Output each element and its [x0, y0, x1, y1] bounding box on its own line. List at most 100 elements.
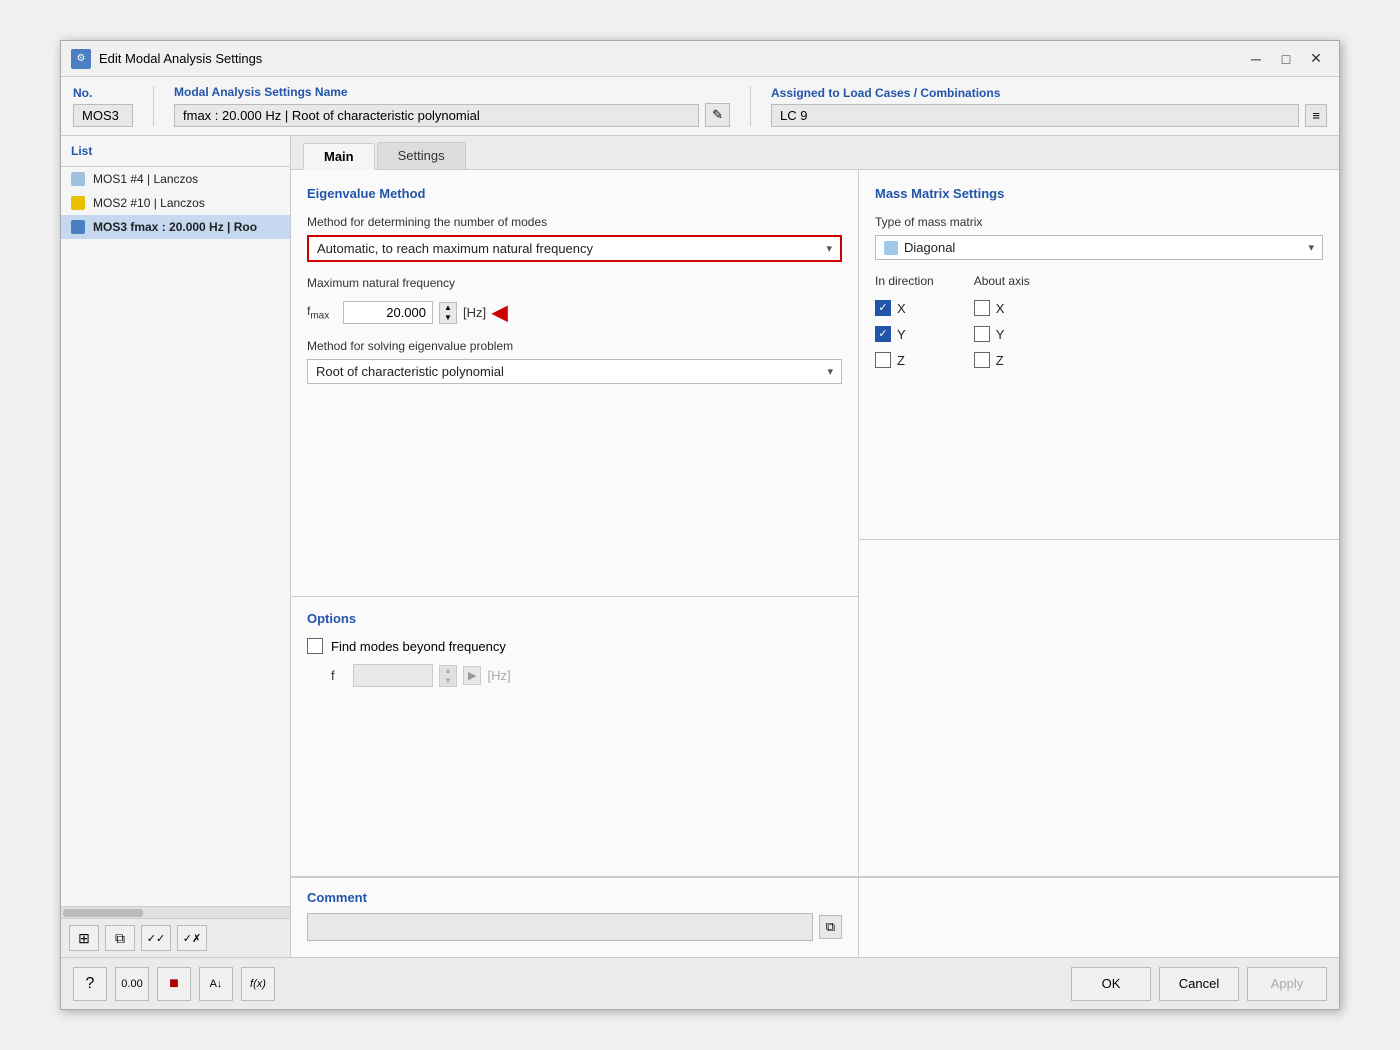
- z-axis-checkbox[interactable]: [974, 352, 990, 368]
- find-modes-checkbox[interactable]: [307, 638, 323, 654]
- y-axis-row: Y: [974, 322, 1030, 346]
- y-axis-label: Y: [996, 327, 1005, 342]
- tab-main[interactable]: Main: [303, 143, 375, 170]
- method-field-label: Method for determining the number of mod…: [307, 215, 842, 229]
- header-no-col: No. MOS3: [73, 86, 133, 127]
- f-input: [353, 664, 433, 687]
- header-name-col: Modal Analysis Settings Name fmax : 20.0…: [174, 85, 730, 127]
- comment-row: ⧉: [307, 913, 842, 941]
- about-axis-col: About axis X: [974, 274, 1030, 372]
- y-dir-checkbox[interactable]: ✓: [875, 326, 891, 342]
- sidebar-ok-button[interactable]: ✓✓: [141, 925, 171, 951]
- fmax-input[interactable]: [343, 301, 433, 324]
- solve-method-label: Method for solving eigenvalue problem: [307, 339, 842, 353]
- name-input-row: fmax : 20.000 Hz | Root of characteristi…: [174, 103, 730, 127]
- x-dir-checkbox[interactable]: ✓: [875, 300, 891, 316]
- axis-label: About axis: [974, 274, 1030, 288]
- scrollbar-thumb: [63, 909, 143, 917]
- mos2-dot: [71, 196, 85, 210]
- titlebar-controls: ─ □ ✕: [1243, 48, 1329, 70]
- header-row: No. MOS3 Modal Analysis Settings Name fm…: [61, 77, 1339, 136]
- help-button[interactable]: ?: [73, 967, 107, 1001]
- solve-dropdown-arrow: ▾: [827, 365, 833, 378]
- sidebar-item-mos1[interactable]: MOS1 #4 | Lanczos: [61, 167, 290, 191]
- y-dir-check: ✓: [878, 329, 887, 340]
- sidebar-item-mos3[interactable]: MOS3 fmax : 20.000 Hz | Roo: [61, 215, 290, 239]
- cancel-button[interactable]: Cancel: [1159, 967, 1239, 1001]
- lc-list-button[interactable]: ≡: [1305, 104, 1327, 127]
- x-axis-checkbox[interactable]: [974, 300, 990, 316]
- sidebar-add-button[interactable]: ⊞: [69, 925, 99, 951]
- x-axis-row: X: [974, 296, 1030, 320]
- fmax-sub: max: [310, 310, 329, 321]
- sidebar-item-mos2[interactable]: MOS2 #10 | Lanczos: [61, 191, 290, 215]
- comment-section: Comment ⧉: [291, 877, 858, 957]
- fmax-up-button[interactable]: ▲: [440, 303, 456, 313]
- method-dropdown[interactable]: Automatic, to reach maximum natural freq…: [307, 235, 842, 262]
- apply-button[interactable]: Apply: [1247, 967, 1327, 1001]
- comment-input[interactable]: [307, 913, 813, 941]
- sidebar-scrollbar[interactable]: [61, 906, 290, 918]
- sidebar-header: List: [61, 136, 290, 167]
- mos3-dot: [71, 220, 85, 234]
- ok-button[interactable]: OK: [1071, 967, 1151, 1001]
- z-dir-checkbox[interactable]: [875, 352, 891, 368]
- freq-row: fmax ▲ ▼ [Hz] ◀: [307, 300, 842, 325]
- eigenvalue-section: Eigenvalue Method Method for determining…: [291, 170, 858, 597]
- stop-button[interactable]: ■: [157, 967, 191, 1001]
- y-axis-checkbox[interactable]: [974, 326, 990, 342]
- mass-type-dropdown[interactable]: Diagonal ▾: [875, 235, 1323, 260]
- bottom-left: ? 0.00 ■ A↓ f(x): [73, 967, 275, 1001]
- eigenvalue-heading: Eigenvalue Method: [307, 186, 842, 201]
- titlebar-left: ⚙ Edit Modal Analysis Settings: [71, 49, 262, 69]
- lc-input-row: LC 9 ≡: [771, 104, 1327, 127]
- sidebar-footer: ⊞ ⧉ ✓✓ ✓✗: [61, 918, 290, 957]
- bottom-right: OK Cancel Apply: [1071, 967, 1327, 1001]
- az-button[interactable]: A↓: [199, 967, 233, 1001]
- bottom-bar: ? 0.00 ■ A↓ f(x) OK Cancel Apply: [61, 957, 1339, 1009]
- maximize-button[interactable]: □: [1273, 48, 1299, 70]
- mass-heading: Mass Matrix Settings: [875, 186, 1323, 201]
- fmax-label: fmax: [307, 304, 337, 321]
- x-dir-label: X: [897, 301, 906, 316]
- x-axis-label: X: [996, 301, 1005, 316]
- mos2-label: MOS2 #10 | Lanczos: [93, 196, 205, 210]
- fmax-unit: [Hz]: [463, 305, 486, 320]
- z-axis-label: Z: [996, 353, 1004, 368]
- name-label: Modal Analysis Settings Name: [174, 85, 730, 99]
- close-button[interactable]: ✕: [1303, 48, 1329, 70]
- mos1-label: MOS1 #4 | Lanczos: [93, 172, 198, 186]
- f-label: f: [331, 668, 347, 683]
- header-separator: [153, 86, 154, 126]
- tab-settings[interactable]: Settings: [377, 142, 466, 169]
- options-heading: Options: [307, 611, 842, 626]
- tab-content: Eigenvalue Method Method for determining…: [291, 170, 1339, 957]
- comment-copy-button[interactable]: ⧉: [819, 915, 842, 939]
- find-modes-row: Find modes beyond frequency: [307, 638, 842, 654]
- lc-label: Assigned to Load Cases / Combinations: [771, 86, 1327, 100]
- titlebar: ⚙ Edit Modal Analysis Settings ─ □ ✕: [61, 41, 1339, 77]
- mos3-label: MOS3 fmax : 20.000 Hz | Roo: [93, 220, 257, 234]
- fmax-down-button[interactable]: ▼: [440, 313, 456, 323]
- options-section: Options Find modes beyond frequency f: [291, 597, 858, 877]
- solve-dropdown[interactable]: Root of characteristic polynomial ▾: [307, 359, 842, 384]
- find-modes-label: Find modes beyond frequency: [331, 639, 506, 654]
- sidebar-copy-button[interactable]: ⧉: [105, 925, 135, 951]
- minimize-button[interactable]: ─: [1243, 48, 1269, 70]
- comment-heading: Comment: [307, 890, 842, 905]
- f-down-btn: ▼: [440, 676, 456, 686]
- header-separator-2: [750, 86, 751, 126]
- z-dir-label: Z: [897, 353, 905, 368]
- x-dir-row: ✓ X: [875, 296, 934, 320]
- arrow-indicator: ◀: [492, 300, 507, 325]
- calculator-button[interactable]: 0.00: [115, 967, 149, 1001]
- no-label: No.: [73, 86, 133, 100]
- y-dir-label: Y: [897, 327, 906, 342]
- left-section: Eigenvalue Method Method for determining…: [291, 170, 859, 957]
- sidebar-del-button[interactable]: ✓✗: [177, 925, 207, 951]
- fx-button[interactable]: f(x): [241, 967, 275, 1001]
- edit-name-button[interactable]: ✎: [705, 103, 730, 127]
- fmax-spinners[interactable]: ▲ ▼: [439, 302, 457, 324]
- freq-f-row: f ▲ ▼ ▶ [Hz]: [307, 664, 842, 687]
- mass-type-inner: Diagonal: [884, 240, 955, 255]
